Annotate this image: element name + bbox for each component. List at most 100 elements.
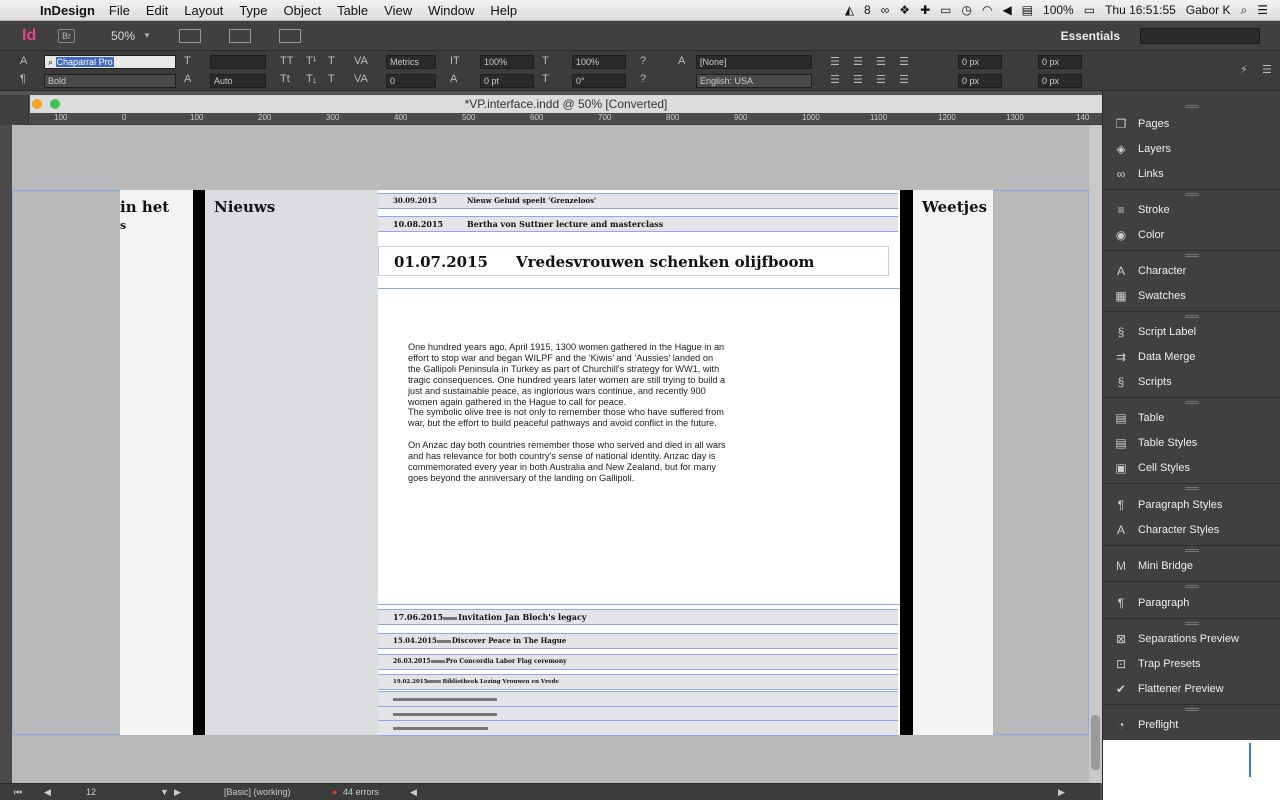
menu-layout[interactable]: Layout — [184, 3, 223, 18]
placeholder-row[interactable] — [378, 720, 898, 736]
vertical-scrollbar[interactable] — [1089, 125, 1102, 783]
panel-separations-preview[interactable]: ⊠ Separations Preview — [1113, 630, 1239, 648]
justify-center-icon[interactable]: ☰ — [853, 73, 863, 86]
panel-trap-presets[interactable]: ⊡ Trap Presets — [1113, 655, 1201, 673]
preflight-profile[interactable]: [Basic] (working) — [224, 787, 291, 797]
glasses-icon[interactable]: ∞ — [881, 3, 890, 17]
wifi-icon[interactable]: ◠ — [982, 3, 992, 17]
error-count[interactable]: 44 errors — [343, 787, 379, 797]
panel-cell-styles[interactable]: ▣ Cell Styles — [1113, 459, 1190, 477]
scroll-left-icon[interactable]: ◀ — [410, 787, 417, 798]
panel-swatches[interactable]: ▦ Swatches — [1113, 287, 1185, 305]
workspace-switcher[interactable]: Essentials — [1061, 29, 1120, 43]
panel-paragraph-styles[interactable]: ¶ Paragraph Styles — [1113, 496, 1223, 514]
time-machine-icon[interactable]: ◷ — [961, 3, 971, 17]
panel-table[interactable]: ▤ Table — [1113, 409, 1164, 427]
font-style-field[interactable]: Bold — [44, 74, 176, 88]
menu-help[interactable]: Help — [490, 3, 517, 18]
left-column[interactable] — [120, 190, 193, 735]
search-input[interactable] — [1140, 27, 1260, 44]
panel-data-merge[interactable]: ⇉ Data Merge — [1113, 348, 1196, 366]
notification-center-icon[interactable]: ☰ — [1257, 3, 1268, 17]
small-caps-icon[interactable]: Tt — [280, 73, 290, 85]
panel-mini-bridge[interactable]: M Mini Bridge — [1113, 557, 1193, 575]
lightning-icon[interactable]: ⚡ — [1240, 63, 1248, 76]
leading-field[interactable]: Auto — [210, 74, 266, 88]
nieuws-column[interactable] — [205, 190, 378, 735]
next-page-icon[interactable]: ▶ — [174, 787, 181, 798]
kerning-field[interactable]: Metrics — [386, 55, 436, 69]
panel-layers[interactable]: ◈ Layers — [1113, 140, 1171, 158]
horizontal-scale-field[interactable]: 100% — [572, 55, 626, 69]
panel-grip[interactable] — [1185, 193, 1199, 196]
panel-grip[interactable] — [1185, 105, 1199, 108]
panel-stroke[interactable]: ≡ Stroke — [1113, 201, 1169, 219]
panel-grip[interactable] — [1185, 708, 1199, 711]
panel-grip[interactable] — [1185, 622, 1199, 625]
zoom-window-icon[interactable] — [50, 99, 60, 109]
character-mode-icon[interactable]: A — [20, 55, 27, 67]
menu-type[interactable]: Type — [239, 3, 267, 18]
font-family-field[interactable]: ⌕ Chaparral Pro — [44, 55, 176, 69]
panel-pages[interactable]: ❐ Pages — [1113, 115, 1170, 133]
news-item[interactable]: 10.08.2015 Bertha von Suttner lecture and… — [378, 216, 898, 232]
align-justify-icon[interactable]: ☰ — [899, 55, 909, 68]
volume-icon[interactable]: ◀ — [1002, 3, 1011, 17]
vertical-scale-field[interactable]: 100% — [480, 55, 534, 69]
last-line-indent-field[interactable]: 0 px — [1038, 74, 1082, 88]
news-item[interactable]: 19.02.2015 Bibliotheek Lezing Vrouwen en … — [378, 674, 898, 690]
news-item[interactable]: 26.03.2015 Pro Concordia Labor Flag cerem… — [378, 654, 898, 670]
minimize-icon[interactable] — [32, 99, 42, 109]
page-dropdown-icon[interactable]: ▼ — [160, 787, 169, 797]
panel-flattener-preview[interactable]: ✔ Flattener Preview — [1113, 680, 1224, 698]
screen-mode-icon[interactable] — [228, 28, 251, 43]
panel-grip[interactable] — [1185, 254, 1199, 257]
first-page-icon[interactable]: ⏮ — [14, 787, 22, 798]
dropbox-icon[interactable]: ❖ — [899, 3, 910, 17]
first-line-indent-field[interactable]: 0 px — [958, 74, 1002, 88]
panel-character[interactable]: A Character — [1113, 262, 1186, 280]
app-menu[interactable]: InDesign — [40, 3, 95, 18]
battery-icon[interactable]: ▭ — [1084, 3, 1095, 17]
font-size-field[interactable] — [210, 55, 266, 69]
language-field[interactable]: English: USA — [696, 74, 812, 88]
page-number-field[interactable]: 12 — [86, 787, 96, 797]
news-item[interactable]: 15.04.2015 Discover Peace in The Hague — [378, 633, 898, 649]
flag-icon[interactable]: ▤ — [1022, 3, 1033, 17]
panel-paragraph[interactable]: ¶ Paragraph — [1113, 594, 1190, 612]
superscript-icon[interactable]: T¹ — [306, 55, 316, 67]
spotlight-icon[interactable]: ⌕ — [1241, 3, 1248, 18]
news-item[interactable]: 30.09.2015 Nieuw Geluid speelt 'Grenzeloo… — [378, 193, 898, 209]
panel-grip[interactable] — [1185, 401, 1199, 404]
menu-file[interactable]: File — [109, 3, 130, 18]
panel-links[interactable]: ∞ Links — [1113, 165, 1164, 183]
user-name[interactable]: Gabor K — [1186, 3, 1231, 17]
chevron-down-icon[interactable]: ▼ — [143, 31, 151, 40]
panel-script-label[interactable]: § Script Label — [1113, 323, 1196, 341]
horizontal-ruler[interactable]: 100 0 100 200 300 400 500 600 700 800 90… — [30, 113, 1102, 125]
strikethrough-icon[interactable]: T — [328, 73, 335, 85]
view-options-icon[interactable] — [178, 28, 201, 43]
tracking-field[interactable]: 0 — [386, 74, 436, 88]
document-title-bar[interactable]: *VP.interface.indd @ 50% [Converted] — [30, 95, 1102, 113]
clock[interactable]: Thu 16:51:55 — [1105, 3, 1176, 17]
zoom-level[interactable]: 50% — [111, 29, 135, 43]
vertical-ruler[interactable] — [0, 125, 12, 785]
menu-window[interactable]: Window — [428, 3, 474, 18]
bridge-button[interactable]: Br — [58, 28, 75, 43]
menu-edit[interactable]: Edit — [146, 3, 168, 18]
article-body[interactable]: One hundred years ago, April 1915, 1300 … — [408, 342, 726, 484]
character-style-field[interactable]: [None] — [696, 55, 812, 69]
plus-icon[interactable]: ✚ — [920, 3, 930, 17]
feature-headline[interactable]: 01.07.2015 Vredesvrouwen schenken olijfbo… — [378, 246, 889, 276]
align-left-icon[interactable]: ☰ — [830, 55, 840, 68]
align-center-icon[interactable]: ☰ — [853, 55, 863, 68]
panel-table-styles[interactable]: ▤ Table Styles — [1113, 434, 1197, 452]
justify-left-icon[interactable]: ☰ — [830, 73, 840, 86]
unknown-char-icon[interactable]: ? — [640, 55, 646, 67]
menu-view[interactable]: View — [384, 3, 412, 18]
underline-icon[interactable]: T — [328, 55, 335, 67]
previous-page-icon[interactable]: ◀ — [44, 787, 51, 798]
weetjes-column[interactable] — [913, 190, 993, 735]
panel-color[interactable]: ◉ Color — [1113, 226, 1165, 244]
